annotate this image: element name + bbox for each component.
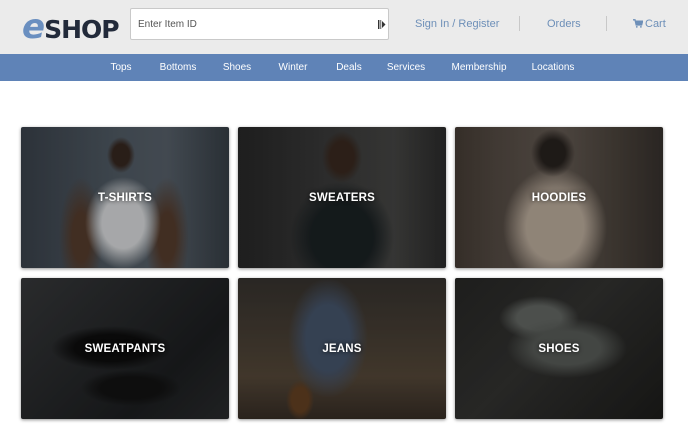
logo-e: e (22, 7, 45, 47)
category-tile-sweatpants[interactable]: SWEATPANTS (21, 278, 229, 419)
category-tile-tshirts[interactable]: T-SHIRTS (21, 127, 229, 268)
nav-locations[interactable]: Locations (532, 54, 575, 81)
category-tile-sweaters[interactable]: SWEATERS (238, 127, 446, 268)
item-id-input[interactable] (131, 9, 366, 39)
nav-services[interactable]: Services (387, 54, 425, 81)
nav-winter[interactable]: Winter (279, 54, 308, 81)
category-tile-hoodies[interactable]: HOODIES (455, 127, 663, 268)
sign-in-register-link[interactable]: Sign In / Register (415, 18, 499, 30)
search-box (130, 8, 389, 40)
nav-membership[interactable]: Membership (451, 54, 506, 81)
category-tile-jeans[interactable]: JEANS (238, 278, 446, 419)
orders-link[interactable]: Orders (547, 18, 581, 30)
tile-label: SWEATPANTS (84, 342, 166, 355)
header-bar: eSHOP Sign In / Register Orders Cart (0, 0, 688, 54)
logo-shop: SHOP (44, 15, 120, 44)
category-nav: Tops Bottoms Shoes Winter Deals Services… (0, 54, 688, 81)
barcode-scan-icon[interactable] (378, 20, 386, 29)
nav-tops[interactable]: Tops (110, 54, 131, 81)
tile-label: JEANS (322, 342, 362, 355)
category-tile-shoes[interactable]: SHOES (455, 278, 663, 419)
cart-label: Cart (645, 18, 666, 30)
nav-bottoms[interactable]: Bottoms (160, 54, 197, 81)
cart-link[interactable]: Cart (633, 18, 666, 30)
divider (519, 16, 520, 31)
tile-label: T-SHIRTS (98, 191, 152, 204)
nav-shoes[interactable]: Shoes (223, 54, 251, 81)
tile-label: SWEATERS (309, 191, 375, 204)
tile-label: HOODIES (531, 191, 587, 204)
tile-label: SHOES (538, 342, 580, 355)
divider (606, 16, 607, 31)
nav-deals[interactable]: Deals (336, 54, 362, 81)
cart-icon (633, 19, 643, 28)
eshop-logo[interactable]: e SHOP (22, 7, 120, 47)
